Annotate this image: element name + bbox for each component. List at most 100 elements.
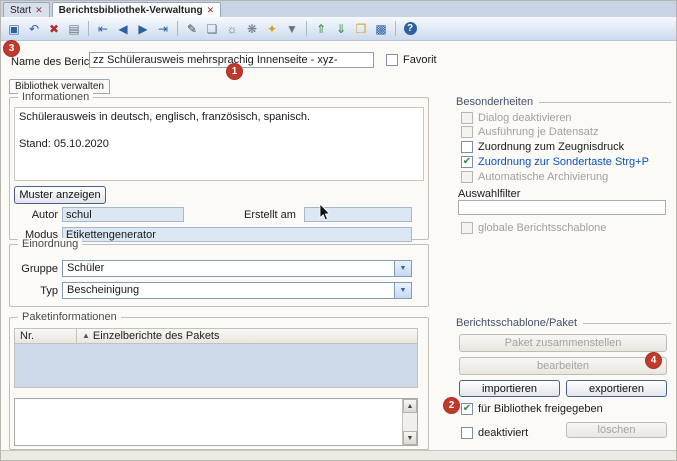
deaktiviert-checkbox[interactable]	[461, 427, 473, 439]
gruppe-selected-value: Schüler	[63, 261, 394, 276]
settings-icon[interactable]: ❋	[243, 20, 261, 38]
favorit-checkbox[interactable]	[386, 54, 398, 66]
toolbar-separator	[306, 21, 307, 36]
column-header-einzelberichte[interactable]: ▲ Einzelberichte des Pakets	[77, 329, 417, 343]
typ-dropdown-button[interactable]: ▼	[394, 283, 411, 298]
filter-icon[interactable]: ▼	[283, 20, 301, 38]
save-icon[interactable]: ▣	[5, 20, 23, 38]
column-header-nr[interactable]: Nr.	[15, 329, 77, 343]
berichtsbibliothek-window: Start ✕ Berichtsbibliothek-Verwaltung ✕ …	[0, 0, 677, 461]
besonderheiten-caption: Besonderheiten	[456, 96, 671, 108]
annotation-badge-2: 2	[444, 398, 459, 413]
informationen-group-label: Informationen	[18, 91, 93, 103]
undo-icon[interactable]: ↶	[25, 20, 43, 38]
tab-start[interactable]: Start ✕	[3, 2, 50, 17]
dialog-deaktivieren-checkbox	[461, 112, 473, 124]
previous-record-icon[interactable]: ◀	[114, 20, 132, 38]
paket-table-body[interactable]	[14, 344, 418, 388]
zeugnisdruck-label: Zuordnung zum Zeugnisdruck	[478, 141, 624, 153]
checkbox-automatische-archivierung: Automatische Archivierung	[461, 170, 608, 183]
zeugnisdruck-checkbox[interactable]	[461, 141, 473, 153]
sondertaste-label: Zuordnung zur Sondertaste Strg+P	[478, 156, 649, 168]
scroll-up-icon[interactable]: ▲	[403, 399, 417, 413]
ausfuehrung-checkbox	[461, 126, 473, 138]
tab-start-label: Start	[10, 5, 31, 16]
globale-checkbox	[461, 222, 473, 234]
paket-listbox[interactable]: ▲ ▼	[14, 398, 418, 446]
annotation-badge-1: 1	[227, 64, 242, 79]
description-textarea[interactable]: Schülerausweis in deutsch, englisch, fra…	[14, 107, 424, 181]
paketinformationen-groupbox: Paketinformationen Nr. ▲ Einzelberichte …	[9, 317, 429, 450]
autor-label: Autor	[10, 209, 58, 221]
berichtsschablone-caption: Berichtsschablone/Paket	[456, 317, 671, 329]
last-record-icon[interactable]: ⇥	[154, 20, 172, 38]
announce-icon[interactable]: ✦	[263, 20, 281, 38]
sondertaste-checkbox[interactable]: ✔	[461, 156, 473, 168]
checkbox-dialog-deaktivieren: Dialog deaktivieren	[461, 111, 572, 124]
gruppe-dropdown-button[interactable]: ▼	[394, 261, 411, 276]
checkbox-zuordnung-sondertaste[interactable]: ✔ Zuordnung zur Sondertaste Strg+P	[461, 155, 649, 168]
informationen-groupbox: Informationen Schülerausweis in deutsch,…	[9, 97, 429, 240]
typ-select[interactable]: Bescheinigung ▼	[62, 282, 412, 299]
typ-label: Typ	[10, 285, 58, 297]
einordnung-groupbox: Einordnung Gruppe Schüler ▼ Typ Beschein…	[9, 244, 429, 307]
help-icon[interactable]: ?	[401, 20, 419, 38]
import-icon[interactable]: ⇑	[312, 20, 330, 38]
tab-start-close-icon[interactable]: ✕	[35, 5, 43, 16]
next-record-icon[interactable]: ▶	[134, 20, 152, 38]
check-icon: ✔	[463, 157, 471, 167]
toolbar-separator	[177, 21, 178, 36]
annotation-badge-4: 4	[646, 353, 661, 368]
export-icon[interactable]: ⇓	[332, 20, 350, 38]
einordnung-group-label: Einordnung	[18, 238, 82, 250]
tab-berichtsbibliothek-close-icon[interactable]: ✕	[207, 5, 215, 16]
check-icon: ✔	[463, 404, 471, 414]
annotation-badge-3: 3	[4, 41, 19, 56]
checkbox-globale-berichtsschablone: globale Berichtsschablone	[461, 221, 606, 234]
gruppe-select[interactable]: Schüler ▼	[62, 260, 412, 277]
ausfuehrung-label: Ausführung je Datensatz	[478, 126, 598, 138]
copy-icon[interactable]: ❏	[203, 20, 221, 38]
exportieren-button[interactable]: exportieren	[566, 380, 667, 397]
lamp-icon[interactable]: ☼	[223, 20, 241, 38]
dialog-deaktivieren-label: Dialog deaktivieren	[478, 112, 572, 124]
tab-berichtsbibliothek-label: Berichtsbibliothek-Verwaltung	[59, 5, 203, 16]
folder-icon[interactable]: ❒	[352, 20, 370, 38]
status-bar	[1, 450, 677, 460]
archivierung-checkbox	[461, 171, 473, 183]
checkbox-fuer-bibliothek-freigegeben[interactable]: ✔ für Bibliothek freigegeben	[461, 402, 603, 415]
toolbar-separator	[395, 21, 396, 36]
description-line1: Schülerausweis in deutsch, englisch, fra…	[19, 111, 419, 125]
paketinformationen-group-label: Paketinformationen	[18, 311, 121, 323]
chevron-down-icon: ▼	[400, 265, 407, 272]
gruppe-label: Gruppe	[10, 263, 58, 275]
listbox-scrollbar[interactable]: ▲ ▼	[402, 399, 417, 445]
auswahlfilter-field[interactable]	[458, 200, 666, 215]
checkbox-ausfuehrung-je-datensatz: Ausführung je Datensatz	[461, 125, 598, 138]
modus-field[interactable]: Etikettengenerator	[62, 227, 412, 242]
chevron-down-icon: ▼	[400, 287, 407, 294]
first-record-icon[interactable]: ⇤	[94, 20, 112, 38]
column-einzelberichte-label: Einzelberichte des Pakets	[93, 330, 220, 342]
edit-icon[interactable]: ✎	[183, 20, 201, 38]
bearbeiten-button: bearbeiten	[459, 357, 667, 375]
column-nr-label: Nr.	[20, 330, 34, 342]
delete-icon[interactable]: ✖	[45, 20, 63, 38]
checkbox-zuordnung-zeugnisdruck[interactable]: Zuordnung zum Zeugnisdruck	[461, 140, 624, 153]
scroll-down-icon[interactable]: ▼	[403, 431, 417, 445]
tab-berichtsbibliothek-verwaltung[interactable]: Berichtsbibliothek-Verwaltung ✕	[52, 2, 221, 17]
freigegeben-checkbox[interactable]: ✔	[461, 403, 473, 415]
besonderheiten-label: Besonderheiten	[456, 96, 533, 108]
autor-field[interactable]: schul	[62, 207, 184, 222]
erstellt-am-label: Erstellt am	[244, 209, 296, 221]
auswahlfilter-label: Auswahlfilter	[458, 188, 520, 200]
checkbox-deaktiviert[interactable]: deaktiviert	[461, 426, 528, 439]
importieren-button[interactable]: importieren	[459, 380, 560, 397]
favorit-checkbox-row[interactable]: Favorit	[386, 53, 437, 66]
muster-anzeigen-button[interactable]: Muster anzeigen	[14, 186, 106, 204]
print-icon[interactable]: ▤	[65, 20, 83, 38]
image-icon[interactable]: ▩	[372, 20, 390, 38]
archivierung-label: Automatische Archivierung	[478, 171, 608, 183]
typ-selected-value: Bescheinigung	[63, 283, 394, 298]
loeschen-button: löschen	[566, 422, 667, 438]
